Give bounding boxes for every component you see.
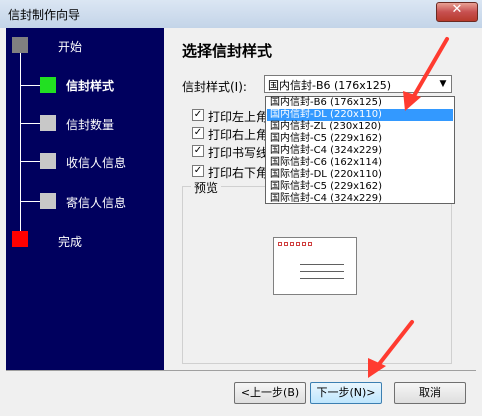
title-bar[interactable]: 信封制作向导 ✕ bbox=[0, 0, 482, 28]
step-marker-count bbox=[40, 115, 56, 131]
postcode-box bbox=[308, 242, 312, 246]
check-icon[interactable]: ✓ bbox=[192, 165, 204, 177]
step-branch bbox=[20, 85, 40, 86]
step-marker-recipient bbox=[40, 153, 56, 169]
annotation-arrow-icon bbox=[368, 320, 414, 378]
address-line bbox=[300, 264, 344, 265]
postcode-box bbox=[284, 242, 288, 246]
postcode-box bbox=[290, 242, 294, 246]
dropdown-option[interactable]: 国内信封-C4 (324x229) bbox=[267, 145, 453, 157]
window-title: 信封制作向导 bbox=[8, 8, 81, 22]
check-icon[interactable]: ✓ bbox=[192, 109, 204, 121]
step-sender-label: 寄信人信息 bbox=[66, 196, 127, 210]
wizard-window: 信封制作向导 ✕ 开始 信封样式 信封数量 收信人信息 寄信人信息 完成 选择信… bbox=[0, 0, 482, 416]
back-button[interactable]: <上一步(B) bbox=[234, 382, 306, 404]
step-marker-finish bbox=[12, 231, 28, 247]
close-icon: ✕ bbox=[451, 2, 463, 17]
step-marker-style bbox=[40, 77, 56, 93]
postcode-box bbox=[278, 242, 282, 246]
dropdown-option[interactable]: 国内信封-ZL (230x120) bbox=[267, 121, 453, 133]
step-count-label: 信封数量 bbox=[66, 118, 115, 132]
step-branch bbox=[20, 201, 40, 202]
checkbox-label: 打印左上角 bbox=[208, 110, 269, 124]
postcode-box bbox=[296, 242, 300, 246]
style-select-value: 国内信封-B6 (176x125) bbox=[268, 79, 392, 92]
step-branch bbox=[20, 161, 40, 162]
steps-sidebar: 开始 信封样式 信封数量 收信人信息 寄信人信息 完成 bbox=[6, 28, 164, 370]
dropdown-option[interactable]: 国际信封-C5 (229x162) bbox=[267, 181, 453, 193]
check-icon[interactable]: ✓ bbox=[192, 145, 204, 157]
checkbox-label: 打印右上角 bbox=[208, 128, 269, 142]
step-finish-label: 完成 bbox=[58, 235, 83, 249]
step-marker-sender bbox=[40, 193, 56, 209]
postcode-box bbox=[302, 242, 306, 246]
check-icon[interactable]: ✓ bbox=[192, 127, 204, 139]
next-button[interactable]: 下一步(N)> bbox=[310, 382, 382, 404]
envelope-preview-icon bbox=[273, 237, 357, 295]
dropdown-option[interactable]: 国内信封-C5 (229x162) bbox=[267, 133, 453, 145]
preview-label: 预览 bbox=[191, 179, 222, 196]
step-start-label: 开始 bbox=[58, 40, 83, 54]
dropdown-option[interactable]: 国际信封-C4 (324x229) bbox=[267, 193, 453, 205]
checkbox-label: 打印书写线 bbox=[208, 146, 269, 160]
step-marker-start bbox=[12, 37, 28, 53]
address-line bbox=[300, 278, 344, 279]
dropdown-option[interactable]: 国际信封-DL (220x110) bbox=[267, 169, 453, 181]
steps-connector-line bbox=[20, 44, 21, 239]
step-style-label: 信封样式 bbox=[66, 79, 115, 93]
cancel-button[interactable]: 取消 bbox=[394, 382, 466, 404]
close-button[interactable]: ✕ bbox=[436, 2, 478, 22]
address-line bbox=[300, 271, 344, 272]
step-branch bbox=[20, 123, 40, 124]
style-field-label: 信封样式(I): bbox=[182, 80, 247, 94]
dropdown-option[interactable]: 国际信封-C6 (162x114) bbox=[267, 157, 453, 169]
annotation-arrow-icon bbox=[403, 37, 449, 111]
page-title: 选择信封样式 bbox=[182, 42, 273, 60]
step-recipient-label: 收信人信息 bbox=[66, 156, 127, 170]
